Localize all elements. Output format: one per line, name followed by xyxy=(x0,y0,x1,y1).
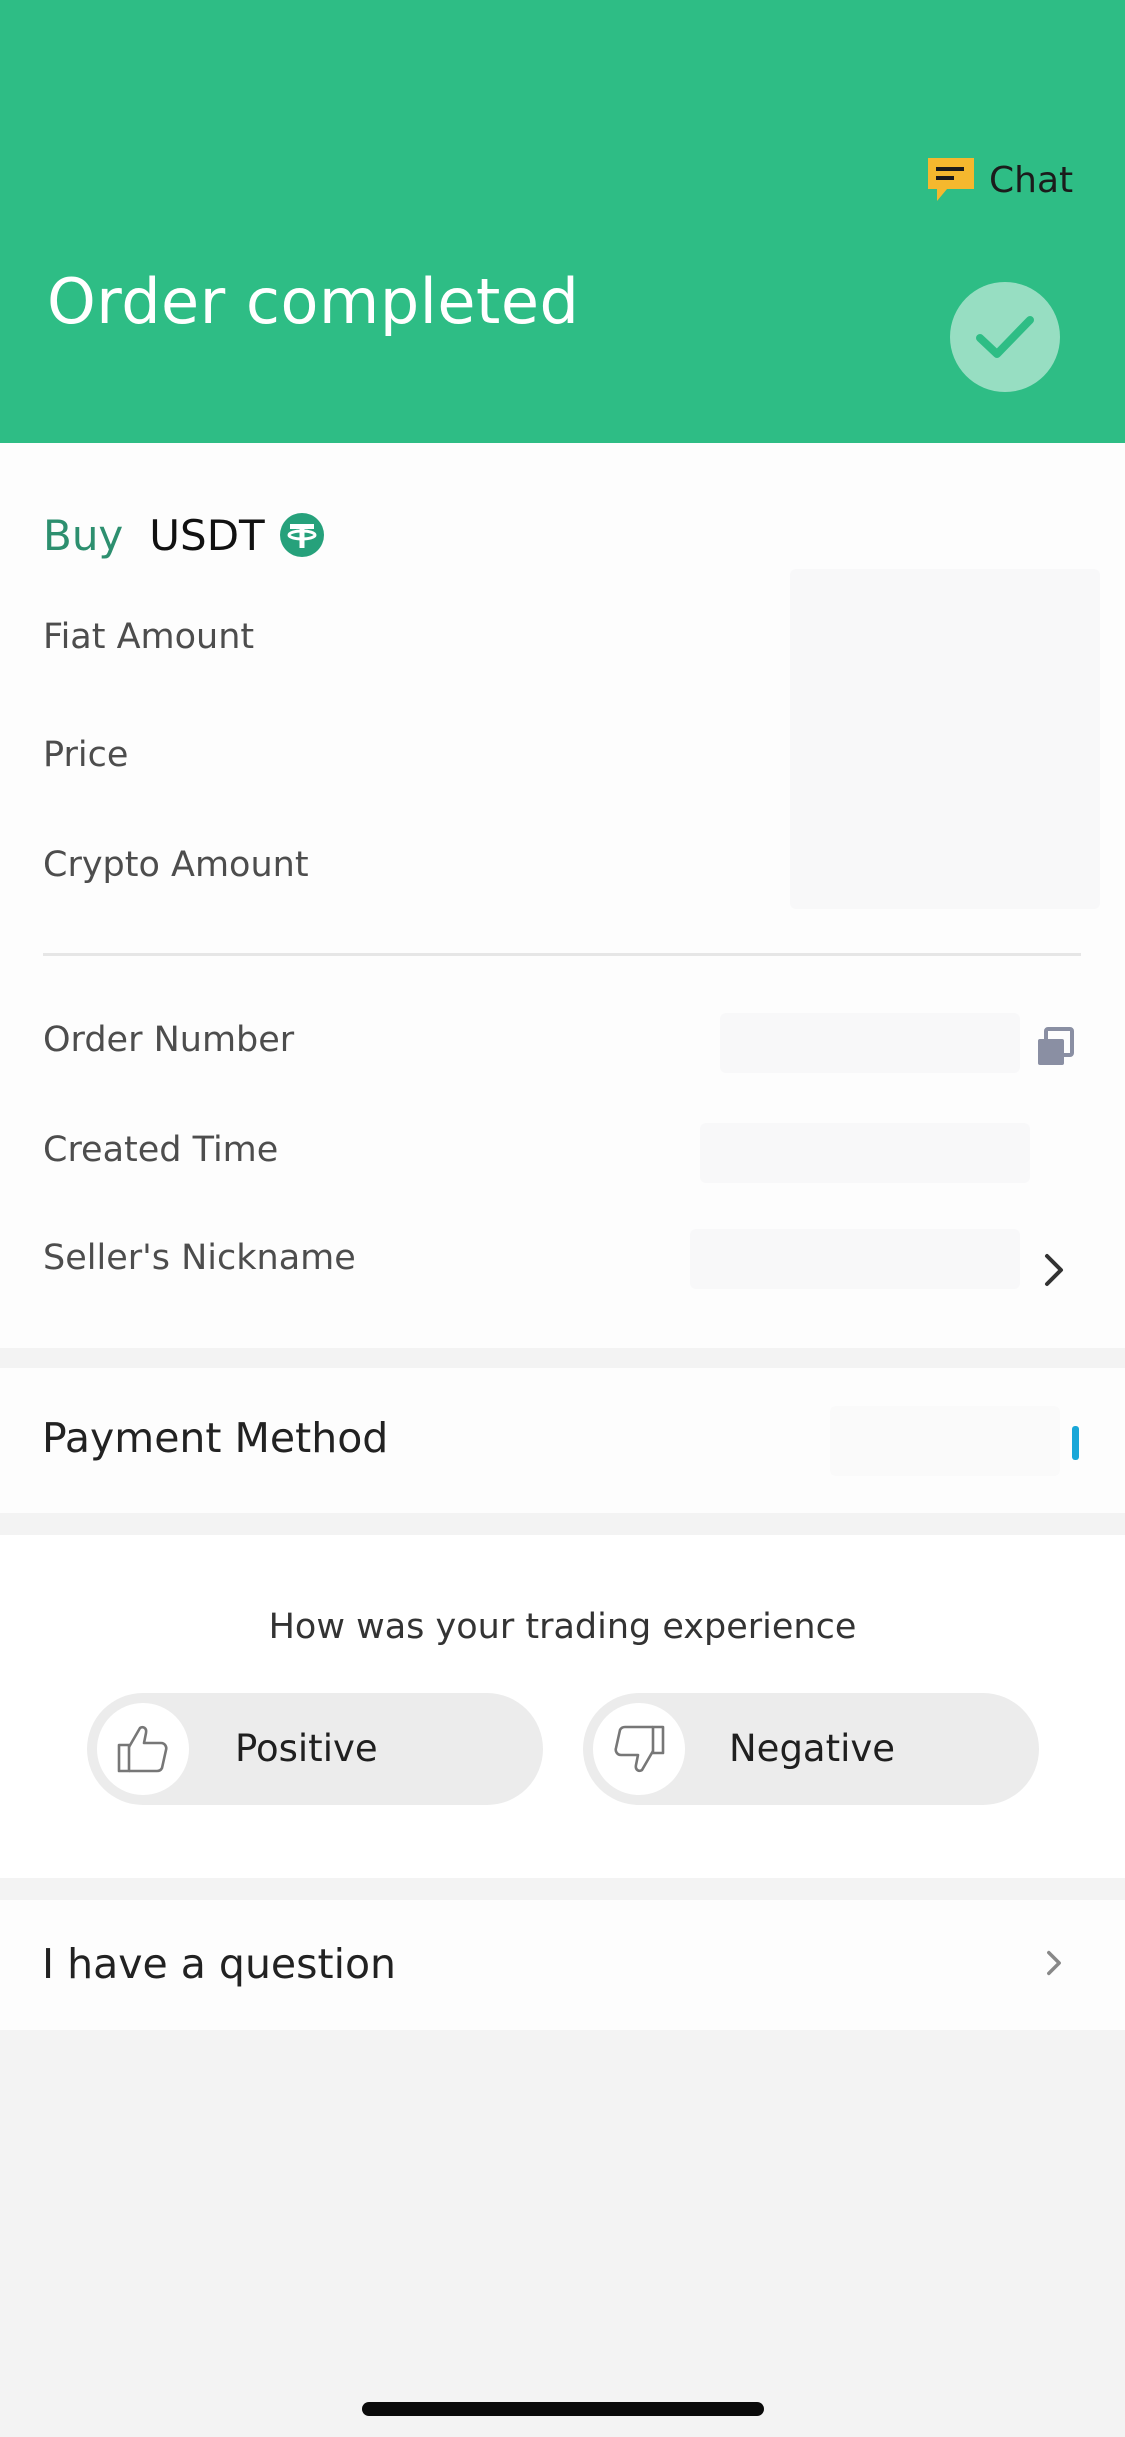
check-icon xyxy=(976,316,1034,358)
trade-asset: USDT xyxy=(149,510,265,560)
chat-bubble-icon xyxy=(928,158,974,201)
details-divider xyxy=(43,953,1081,956)
payment-method-title: Payment Method xyxy=(42,1414,389,1462)
copy-icon[interactable] xyxy=(1036,1027,1074,1067)
question-row[interactable]: I have a question xyxy=(0,1900,1125,2030)
tether-icon xyxy=(279,513,324,557)
created-time-value-redacted xyxy=(700,1123,1030,1183)
seller-nickname-value-redacted[interactable] xyxy=(690,1229,1020,1289)
thumbs-down-icon xyxy=(614,1725,665,1773)
order-details-card: Buy USDT Fiat Amount Price Crypto Amount… xyxy=(0,443,1125,1348)
crypto-amount-label: Crypto Amount xyxy=(43,845,309,885)
trade-side: Buy xyxy=(43,510,124,560)
completed-status-badge xyxy=(950,282,1060,392)
price-label: Price xyxy=(43,735,129,775)
seller-nickname-label: Seller's Nickname xyxy=(43,1238,356,1278)
trading-feedback-section: How was your trading experience Positive… xyxy=(0,1535,1125,1878)
negative-feedback-button[interactable]: Negative xyxy=(583,1693,1039,1805)
page-title: Order completed xyxy=(47,265,580,338)
feedback-question: How was your trading experience xyxy=(268,1607,857,1647)
payment-method-value-redacted xyxy=(830,1406,1060,1476)
chevron-right-icon xyxy=(1047,1950,1061,1976)
positive-feedback-button[interactable]: Positive xyxy=(87,1693,543,1805)
fiat-amount-label: Fiat Amount xyxy=(43,617,255,657)
positive-feedback-label: Positive xyxy=(235,1727,378,1770)
payment-method-row[interactable]: Payment Method xyxy=(0,1368,1125,1513)
order-number-label: Order Number xyxy=(43,1020,295,1060)
payment-method-indicator xyxy=(1072,1426,1079,1460)
order-status-header: Chat Order completed xyxy=(0,0,1125,443)
chat-label: Chat xyxy=(989,159,1074,201)
order-number-value-redacted xyxy=(720,1013,1020,1073)
thumbs-up-icon xyxy=(117,1725,168,1773)
chat-button[interactable]: Chat xyxy=(925,152,1073,208)
amounts-values-redacted xyxy=(790,569,1100,909)
home-indicator[interactable] xyxy=(362,2402,764,2416)
trade-summary: Buy USDT xyxy=(43,505,325,565)
question-label: I have a question xyxy=(42,1940,397,1988)
chevron-right-icon[interactable] xyxy=(1039,1250,1069,1290)
negative-feedback-label: Negative xyxy=(729,1727,896,1770)
created-time-label: Created Time xyxy=(43,1130,279,1170)
